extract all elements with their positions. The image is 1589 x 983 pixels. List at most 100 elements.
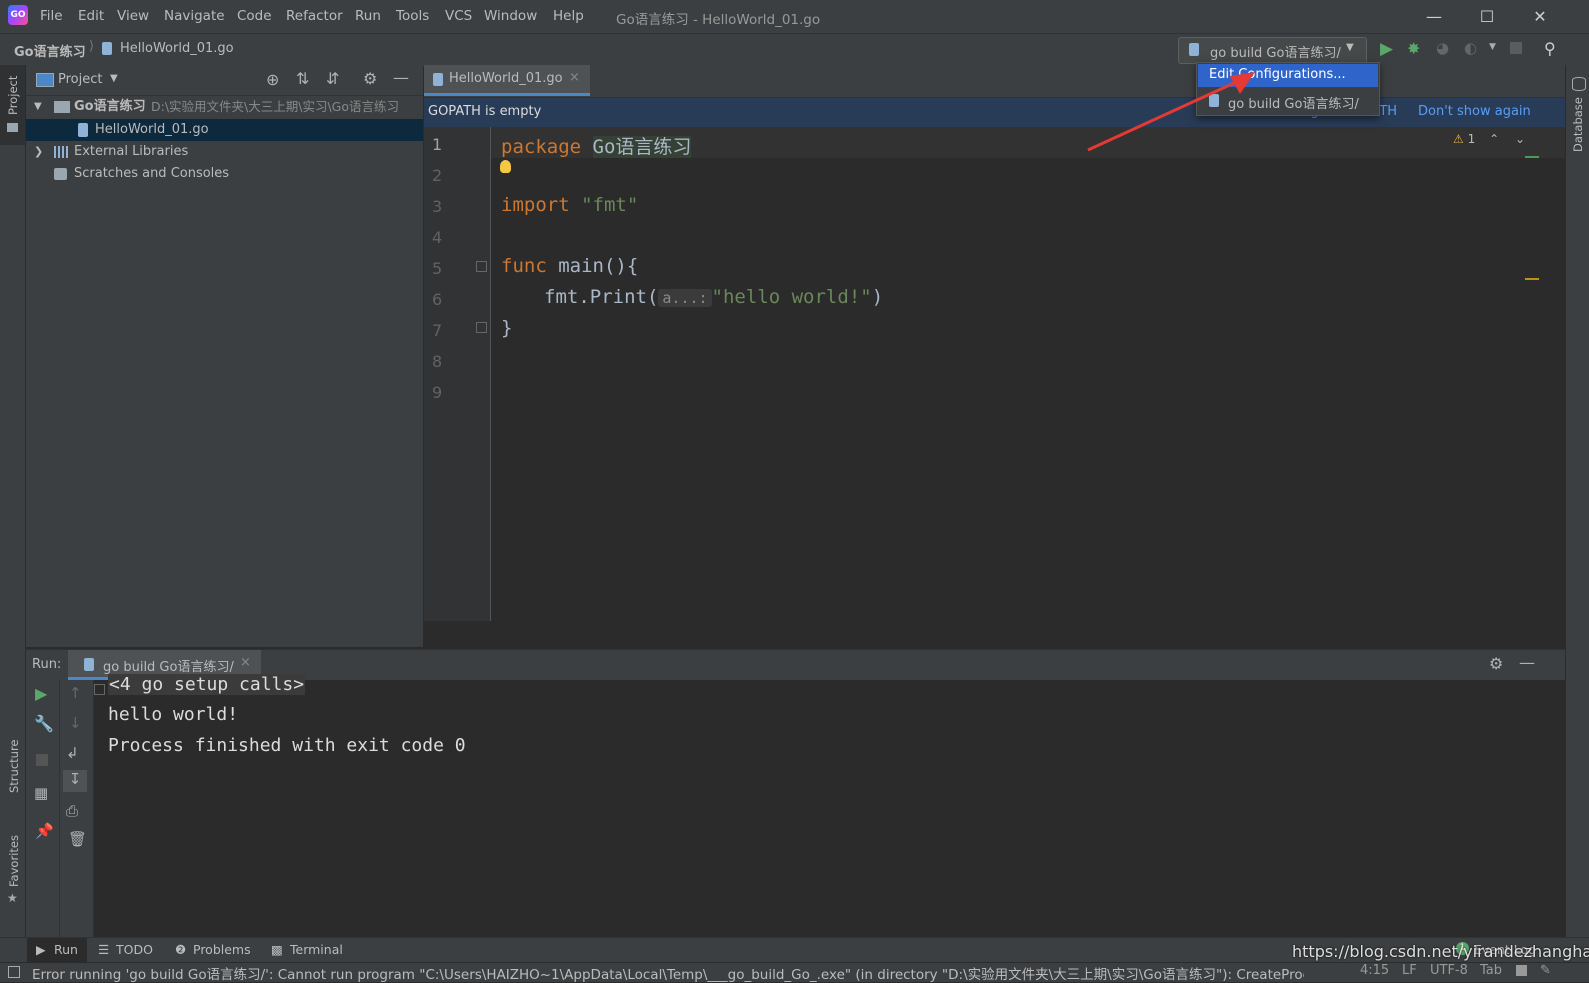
run-config-dropdown[interactable]: go build Go语言练习/ ▼ <box>1178 37 1367 64</box>
favorites-stripe-label[interactable]: Favorites <box>7 835 21 887</box>
menu-navigate[interactable]: Navigate <box>164 8 225 24</box>
close-tab-icon[interactable]: × <box>240 655 251 670</box>
code-line-6: fmt.Print(a...: "hello world!") <box>544 286 883 308</box>
package-name: Go语言练习 <box>592 136 692 158</box>
problems-tool-button[interactable]: Problems <box>193 942 251 957</box>
line-number: 4 <box>432 228 443 247</box>
chevron-down-icon[interactable]: ▼ <box>110 73 118 84</box>
chevron-down-icon: ▼ <box>1346 42 1354 53</box>
tree-item-scratches[interactable]: Scratches and Consoles <box>26 163 423 185</box>
todo-tool-button[interactable]: TODO <box>116 942 153 957</box>
menu-vcs[interactable]: VCS <box>445 8 472 24</box>
trash-icon[interactable]: 🗑 <box>68 830 87 848</box>
arrow-down-icon[interactable]: ↓ <box>69 714 82 732</box>
menu-code[interactable]: Code <box>237 8 272 24</box>
menu-window[interactable]: Window <box>484 8 537 24</box>
maximize-button[interactable]: ☐ <box>1467 4 1507 30</box>
code-editor[interactable]: package Go语言练习 import "fmt" func main(){… <box>491 127 1565 621</box>
dont-show-again-link[interactable]: Don't show again <box>1418 104 1531 119</box>
menu-tools[interactable]: Tools <box>396 8 429 24</box>
tab-helloworld[interactable]: HelloWorld_01.go × <box>424 65 590 96</box>
gear-icon[interactable]: ⚙ <box>1489 654 1503 673</box>
error-stripe-warning[interactable] <box>1525 278 1539 280</box>
run-tool-button[interactable]: ▶ Run <box>27 938 87 962</box>
chevron-up-icon[interactable]: ⌃ <box>1489 132 1499 146</box>
database-icon <box>1572 77 1586 91</box>
list-icon: ☰ <box>98 942 110 957</box>
stop-icon[interactable] <box>36 754 48 766</box>
wrench-icon[interactable]: 🔧 <box>34 714 54 733</box>
expand-all-icon[interactable]: ⇅ <box>296 69 309 88</box>
left-tool-stripe: Project Structure Favorites ★ <box>0 65 26 937</box>
breadcrumb-file[interactable]: HelloWorld_01.go <box>120 41 234 56</box>
editor-tab-bar: HelloWorld_01.go × <box>424 65 1565 98</box>
arrow-up-icon[interactable]: ↑ <box>69 684 82 702</box>
chevron-right-icon[interactable]: ❯ <box>34 141 43 163</box>
status-message[interactable]: Error running 'go build Go语言练习/': Cannot… <box>32 963 1304 983</box>
tree-item-file[interactable]: HelloWorld_01.go <box>26 119 423 141</box>
tree-item-path: D:\实验用文件夹\大三上期\实习\Go语言练习 <box>151 99 400 114</box>
coverage-icon[interactable]: ◕ <box>1436 39 1449 57</box>
scratches-icon <box>54 168 67 180</box>
line-separator[interactable]: LF <box>1402 963 1417 978</box>
menu-file[interactable]: File <box>40 8 63 24</box>
go-file-icon <box>78 123 88 137</box>
debug-icon[interactable]: ✸ <box>1407 39 1420 58</box>
caret-position[interactable]: 4:15 <box>1360 963 1389 978</box>
menu-edit[interactable]: Edit <box>78 8 104 24</box>
menu-view[interactable]: View <box>117 8 149 24</box>
stop-icon[interactable] <box>1510 42 1522 54</box>
tree-item-project-root[interactable]: ▼ Go语言练习 D:\实验用文件夹\大三上期\实习\Go语言练习 <box>26 96 423 118</box>
code-line-1: package Go语言练习 <box>501 132 692 159</box>
menu-refactor[interactable]: Refactor <box>286 8 343 24</box>
chevron-down-icon[interactable]: ▼ <box>34 96 42 118</box>
project-tool-button[interactable]: Project <box>0 65 25 145</box>
lightbulb-icon[interactable] <box>500 160 511 173</box>
collapse-all-icon[interactable]: ⇵ <box>326 69 339 88</box>
run-console-output[interactable]: <4 go setup calls> hello world! Process … <box>94 674 1565 937</box>
fold-icon[interactable] <box>476 322 487 333</box>
structure-stripe-label[interactable]: Structure <box>7 740 21 794</box>
hide-icon[interactable]: — <box>393 68 409 87</box>
soft-wrap-icon[interactable]: ↲ <box>66 744 79 762</box>
run-config-label: go build Go语言练习/ <box>1210 46 1341 61</box>
line-number: 3 <box>432 197 443 216</box>
inspection-widget[interactable]: ⚠ 1 ⌃ ⌄ <box>1453 132 1525 146</box>
scroll-to-end-icon[interactable]: ↧ <box>63 770 87 792</box>
locate-icon[interactable]: ⊕ <box>266 70 279 89</box>
file-encoding[interactable]: UTF-8 <box>1430 963 1468 978</box>
rerun-icon[interactable]: ▶ <box>35 684 47 703</box>
hide-icon[interactable]: — <box>1519 653 1535 672</box>
star-icon: ★ <box>7 891 18 905</box>
folder-icon <box>54 101 70 113</box>
breadcrumb-project[interactable]: Go语言练习 <box>14 41 86 60</box>
gopath-notification: GOPATH is empty Configure GOPATH Don't s… <box>424 98 1565 127</box>
close-window-button[interactable]: ✕ <box>1520 4 1560 30</box>
menu-run[interactable]: Run <box>355 8 381 24</box>
menu-help[interactable]: Help <box>553 8 584 24</box>
chevron-down-icon[interactable]: ⌄ <box>1515 132 1525 146</box>
tree-item-external-libraries[interactable]: ❯ External Libraries <box>26 141 423 163</box>
expand-icon[interactable] <box>94 684 105 695</box>
pin-icon[interactable]: 📌 <box>35 822 54 840</box>
warning-count: 1 <box>1467 132 1476 146</box>
memory-icon[interactable]: ✎ <box>1540 963 1551 978</box>
profile-icon[interactable]: ◐ <box>1464 39 1477 57</box>
lock-icon[interactable] <box>1516 965 1527 976</box>
run-icon[interactable]: ▶ <box>1380 39 1393 59</box>
terminal-tool-button[interactable]: Terminal <box>290 942 343 957</box>
chevron-down-icon[interactable]: ▼ <box>1489 42 1496 52</box>
database-stripe-label[interactable]: Database <box>1571 97 1585 152</box>
project-panel-title[interactable]: Project <box>58 72 102 87</box>
brace: } <box>501 317 513 339</box>
print-icon[interactable]: ⎙ <box>66 802 78 820</box>
indent-setting[interactable]: Tab <box>1480 963 1502 978</box>
gear-icon[interactable]: ⚙ <box>363 69 377 88</box>
minimize-button[interactable]: — <box>1414 4 1454 30</box>
layout-icon[interactable]: ▦ <box>34 784 48 802</box>
close-tab-icon[interactable]: × <box>569 70 580 85</box>
status-icon[interactable] <box>8 966 20 978</box>
fold-icon[interactable] <box>476 261 487 272</box>
play-icon: ▶ <box>36 942 46 957</box>
search-icon[interactable]: ⚲ <box>1544 39 1556 58</box>
